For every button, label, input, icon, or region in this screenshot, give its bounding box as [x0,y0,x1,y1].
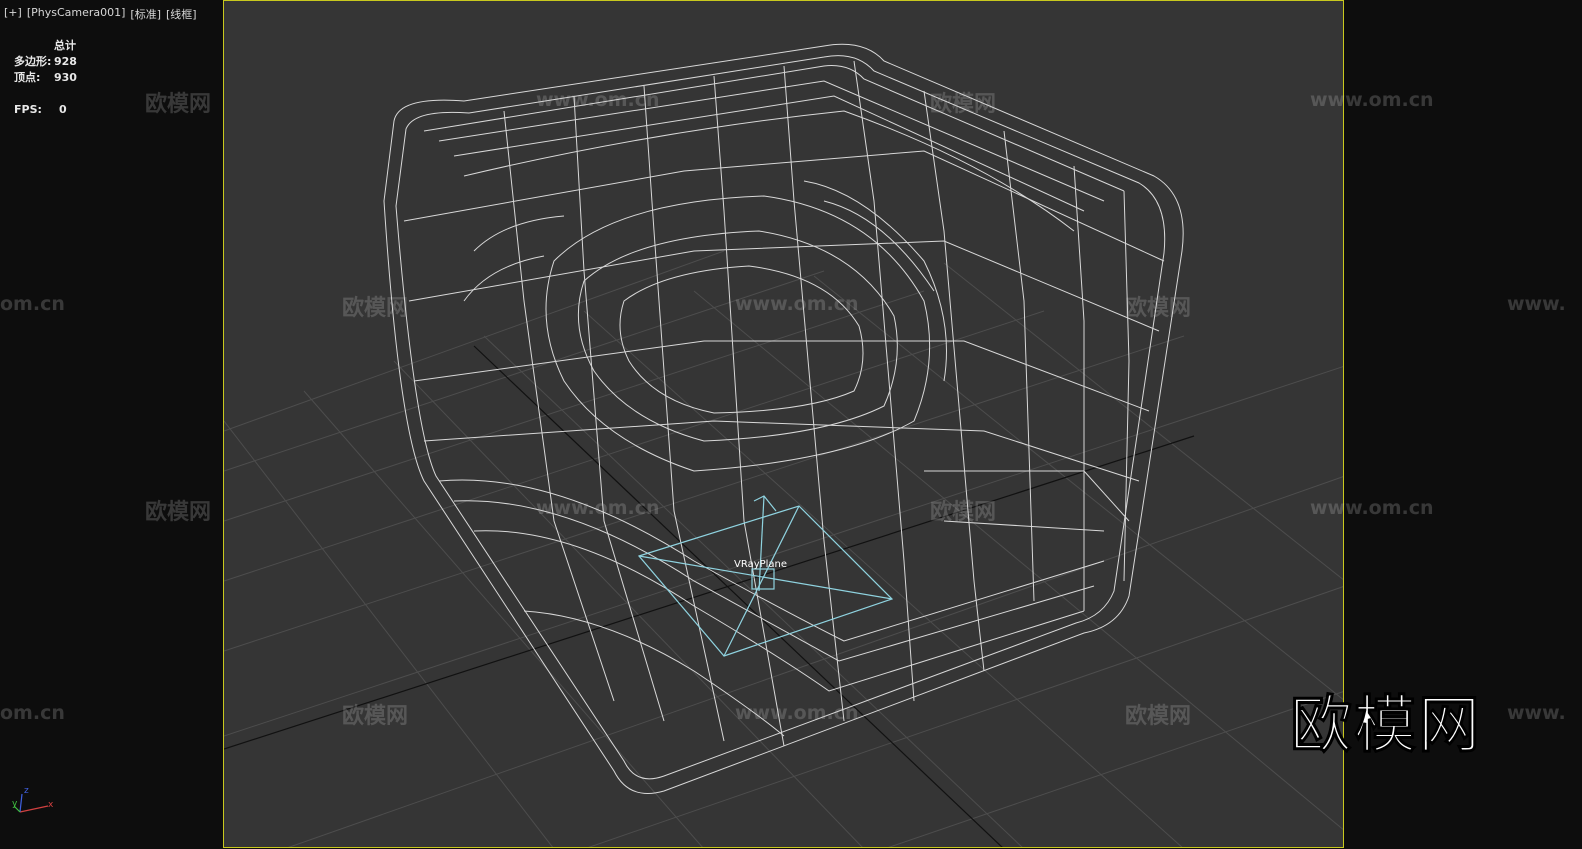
watermark-brand: 欧模网 [145,92,212,117]
viewport-label: [+] [PhysCamera001] [标准] [线框] [4,6,197,22]
display-mode-menu-button[interactable]: [线框] [166,6,197,22]
polygons-label: 多边形: [14,55,52,68]
vertices-label: 顶点: [14,71,41,84]
axis-z-label: z [24,786,29,796]
watermark-site: www. [1507,293,1566,315]
vertices-value: 930 [54,71,77,84]
watermark-site: om.cn [0,293,65,315]
fps-label: FPS: [14,103,42,116]
stats-fps-row: FPS: 0 [14,102,77,118]
watermark-site: om.cn [0,702,65,724]
stats-polygons-row: 多边形: 928 [14,54,77,70]
watermark-brand: 欧模网 [145,500,212,525]
shading-menu-button[interactable]: [标准] [130,6,161,22]
viewport-canvas[interactable] [224,1,1344,848]
statistics-overlay: 总计 多边形: 928 顶点: 930 FPS: 0 [14,38,77,118]
pouf-wireframe[interactable] [383,43,1184,794]
vrayplane-helper[interactable] [637,495,894,657]
brand-logo: 欧模网 [1289,688,1483,762]
object-label: VRayPlane [734,559,788,570]
fps-value: 0 [59,103,67,116]
watermark-site: www. [1507,702,1566,724]
axis-x-label: x [48,800,54,810]
viewport-app: [+] [PhysCamera001] [标准] [线框] 总计 多边形: 92… [0,0,1582,849]
axis-gizmo: x y z [10,786,60,820]
viewport-menu-button[interactable]: [+] [4,6,22,22]
polygons-value: 928 [54,55,77,68]
stats-header: 总计 [54,39,76,52]
stats-vertices-row: 顶点: 930 [14,70,77,86]
camera-safe-frame[interactable] [223,0,1344,848]
axis-y-label: y [12,799,18,809]
camera-menu-button[interactable]: [PhysCamera001] [27,6,126,22]
